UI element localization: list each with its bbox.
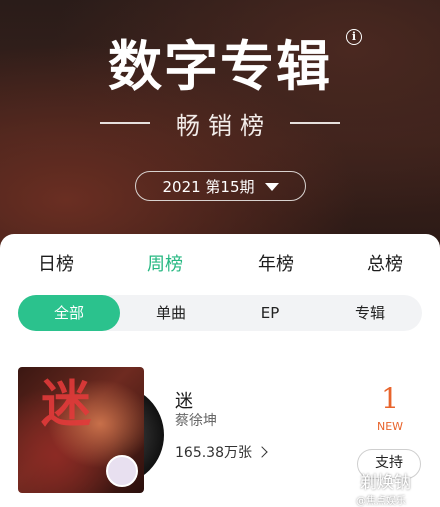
new-badge: NEW: [376, 420, 404, 433]
tab-daily[interactable]: 日榜: [38, 250, 74, 276]
filter-single[interactable]: 单曲: [120, 295, 222, 331]
tab-total[interactable]: 总榜: [367, 250, 403, 276]
caret-down-icon: [264, 183, 279, 191]
chart-card: 日榜 周榜 年榜 总榜 全部 单曲 EP 专辑 迷 迷 蔡徐坤 165.38万张…: [0, 234, 440, 507]
chart-subtitle: 畅销榜: [176, 111, 272, 140]
subtitle-row: 畅销榜: [0, 108, 440, 140]
cover-badge-icon: [106, 455, 138, 487]
album-cover[interactable]: 迷: [18, 367, 164, 493]
period-tabs: 日榜 周榜 年榜 总榜: [0, 250, 440, 276]
filter-all[interactable]: 全部: [18, 295, 120, 331]
filter-album[interactable]: 专辑: [318, 295, 422, 331]
type-filter: 全部 单曲 EP 专辑: [18, 295, 422, 331]
page-title: 数字专辑: [108, 35, 332, 98]
sales-link[interactable]: 165.38万张: [175, 442, 268, 462]
period-selector[interactable]: 2021 第15期: [135, 171, 306, 201]
divider-right: [290, 122, 340, 124]
watermark-source: @焦点娱乐: [356, 496, 406, 507]
cover-art: 迷: [18, 367, 144, 493]
divider-left: [100, 122, 150, 124]
tab-yearly[interactable]: 年榜: [258, 250, 294, 276]
tab-weekly[interactable]: 周榜: [147, 250, 183, 276]
rank-number: 1: [381, 382, 399, 415]
watermark: 剃焕钠: [360, 473, 411, 493]
info-icon[interactable]: i: [346, 29, 362, 45]
sales-count: 165.38万张: [175, 445, 252, 461]
cover-title-text: 迷: [33, 377, 91, 427]
artist-name[interactable]: 蔡徐坤: [175, 410, 217, 430]
period-label: 2021 第15期: [162, 177, 255, 196]
chevron-right-icon: [256, 446, 268, 458]
filter-ep[interactable]: EP: [222, 295, 318, 331]
hero-banner: 数字专辑 i 畅销榜 2021 第15期: [0, 0, 440, 250]
